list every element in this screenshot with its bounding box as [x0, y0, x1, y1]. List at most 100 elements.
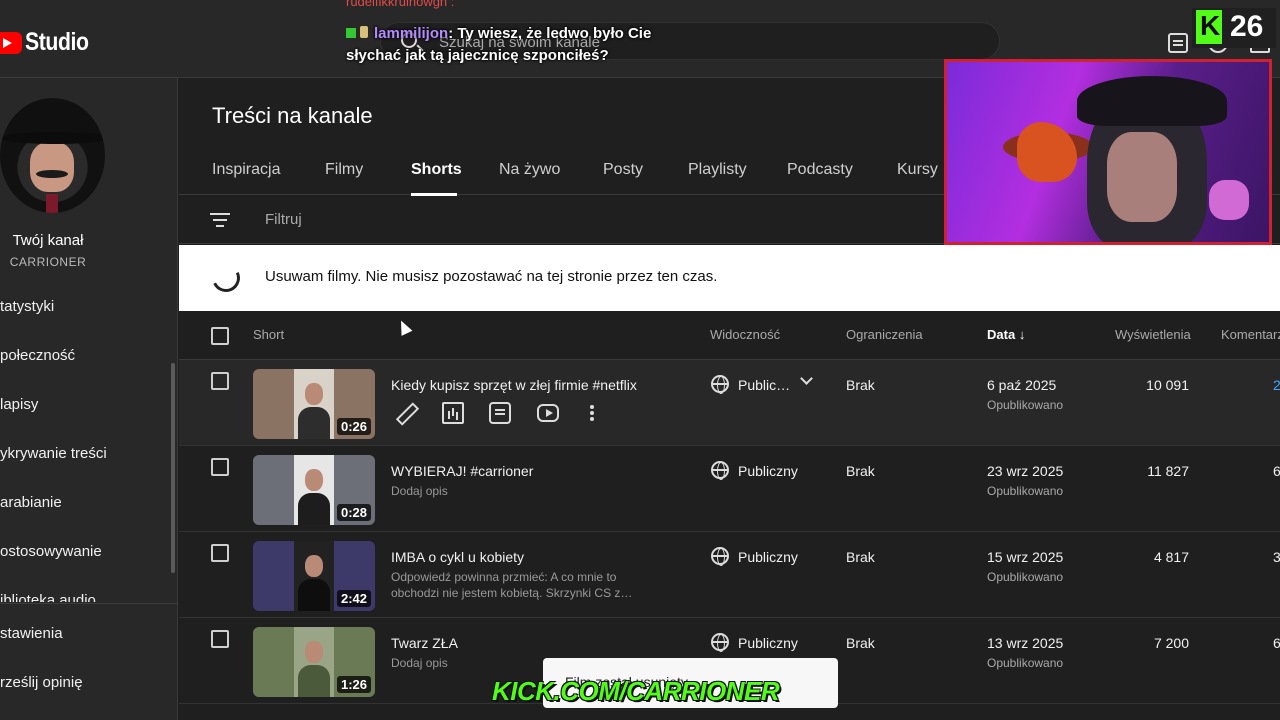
tab-courses[interactable]: Kursy — [897, 161, 938, 179]
header-date[interactable]: Data ↓ — [987, 327, 1025, 342]
restrictions-value: Brak — [846, 635, 875, 651]
kick-logo-icon — [1196, 10, 1222, 44]
youtube-studio-logo[interactable]: Studio — [0, 28, 100, 57]
video-duration: 0:26 — [336, 418, 371, 435]
table-row[interactable]: 0:28 WYBIERAJ! #carrioner Dodaj opis Pub… — [179, 446, 1280, 532]
comments-icon[interactable] — [489, 402, 511, 424]
visibility-value[interactable]: Publiczny — [738, 549, 798, 565]
feedback-icon[interactable] — [1168, 33, 1188, 53]
figurine — [1017, 122, 1077, 182]
video-thumbnail[interactable]: 1:26 — [253, 627, 375, 697]
row-checkbox[interactable] — [211, 544, 229, 562]
publish-status: Opublikowano — [987, 398, 1064, 412]
restrictions-value: Brak — [846, 377, 875, 393]
table-row[interactable]: 2:42 IMBA o cykl u kobiety Odpowiedź pow… — [179, 532, 1280, 618]
tab-shorts[interactable]: Shorts — [411, 161, 462, 179]
header-visibility[interactable]: Widoczność — [710, 327, 780, 342]
sidebar-item-customization[interactable]: ostosowywanie — [0, 543, 170, 560]
comments-value[interactable]: 3 — [1273, 549, 1280, 565]
visibility-value[interactable]: Publiczny — [738, 635, 798, 651]
video-title[interactable]: WYBIERAJ! #carrioner — [391, 463, 533, 479]
sidebar-item-content-detection[interactable]: ykrywanie treści — [0, 445, 170, 462]
globe-icon — [711, 461, 729, 480]
channel-name: Twój kanał — [12, 232, 84, 249]
kick-viewer-counter: 26 — [1192, 8, 1276, 48]
sidebar-item-settings[interactable]: stawienia — [0, 625, 170, 642]
date-value: 13 wrz 2025 — [987, 635, 1064, 651]
chat-text-2: słychać jak tą jajecznicę szponciłeś? — [346, 47, 609, 64]
video-thumbnail[interactable]: 0:28 — [253, 455, 375, 525]
date-value: 15 wrz 2025 — [987, 549, 1064, 565]
comments-value[interactable]: 6 — [1273, 463, 1280, 479]
filter-input[interactable]: Filtruj — [265, 211, 302, 228]
youtube-play-icon — [0, 31, 22, 54]
table-row[interactable]: 0:26 Kiedy kupisz sprzęt w złej firmie #… — [179, 360, 1280, 446]
edit-icon[interactable] — [394, 402, 416, 424]
sidebar-item-send-feedback[interactable]: rześlij opinię — [0, 674, 170, 691]
globe-icon — [711, 633, 729, 652]
tab-live[interactable]: Na żywo — [499, 161, 560, 179]
webcam-overlay — [944, 59, 1272, 245]
header-views[interactable]: Wyświetlenia — [1115, 327, 1191, 342]
sidebar-scrollbar[interactable] — [170, 293, 176, 603]
globe-icon — [711, 375, 729, 394]
restrictions-value: Brak — [846, 549, 875, 565]
publish-status: Opublikowano — [987, 570, 1064, 584]
video-title[interactable]: Twarz ZŁA — [391, 635, 458, 651]
logo-text: Studio — [25, 28, 89, 56]
chevron-down-icon[interactable] — [800, 372, 813, 385]
chat-previous-line: rudelfikkrulhowgh : — [346, 0, 455, 9]
sidebar-item-subtitles[interactable]: lapisy — [0, 396, 170, 413]
row-checkbox[interactable] — [211, 458, 229, 476]
filter-icon[interactable] — [210, 213, 230, 227]
more-options-icon[interactable] — [589, 402, 595, 424]
deleting-banner: Usuwam filmy. Nie musisz pozostawać na t… — [179, 245, 1280, 311]
sub-badge-icon — [346, 28, 356, 38]
row-checkbox[interactable] — [211, 630, 229, 648]
publish-status: Opublikowano — [987, 656, 1064, 670]
comments-value[interactable]: 6 — [1273, 635, 1280, 651]
video-duration: 2:42 — [336, 590, 371, 607]
video-thumbnail[interactable]: 2:42 — [253, 541, 375, 611]
sidebar-item-analytics[interactable]: tatystyki — [0, 298, 170, 315]
analytics-icon[interactable] — [442, 402, 464, 424]
row-checkbox[interactable] — [211, 372, 229, 390]
streamer — [1107, 132, 1177, 222]
chat-username: lammilijon — [374, 25, 449, 42]
sidebar-item-audio-library[interactable]: iblioteka audio — [0, 592, 170, 602]
sidebar-item-community[interactable]: połeczność — [0, 347, 170, 364]
views-value: 4 817 — [1153, 549, 1189, 565]
visibility-value[interactable]: Public… — [738, 377, 790, 393]
header-comments[interactable]: Komentarze — [1221, 327, 1280, 342]
views-value: 7 200 — [1153, 635, 1189, 651]
video-title[interactable]: IMBA o cykl u kobiety — [391, 549, 524, 565]
views-value: 10 091 — [1146, 377, 1189, 393]
kick-url-overlay: KICK.COM/CARRIONER — [492, 676, 780, 706]
sidebar-divider — [0, 603, 178, 604]
select-all-checkbox[interactable] — [211, 327, 229, 345]
tab-inspiration[interactable]: Inspiracja — [212, 161, 280, 179]
page-title: Treści na kanale — [212, 103, 373, 128]
view-on-youtube-icon[interactable] — [537, 404, 559, 422]
tab-playlists[interactable]: Playlisty — [688, 161, 747, 179]
video-duration: 1:26 — [336, 676, 371, 693]
tab-podcasts[interactable]: Podcasty — [787, 161, 853, 179]
channel-avatar[interactable] — [0, 98, 105, 213]
tab-posts[interactable]: Posty — [603, 161, 643, 179]
date-value: 23 wrz 2025 — [987, 463, 1064, 479]
tab-videos[interactable]: Filmy — [325, 161, 363, 179]
video-duration: 0:28 — [336, 504, 371, 521]
video-description[interactable]: Dodaj opis — [391, 483, 641, 499]
sort-down-arrow-icon: ↓ — [1018, 327, 1026, 342]
header-short: Short — [253, 327, 285, 342]
globe-icon — [711, 547, 729, 566]
header-restrictions[interactable]: Ograniczenia — [846, 327, 923, 342]
comments-value[interactable]: 2 — [1273, 377, 1280, 393]
visibility-value[interactable]: Publiczny — [738, 463, 798, 479]
loading-spinner-icon — [208, 260, 244, 296]
video-description[interactable]: Odpowiedź powinna przmieć: A co mnie to … — [391, 569, 641, 601]
sidebar-item-earn[interactable]: arabianie — [0, 494, 170, 511]
video-title[interactable]: Kiedy kupisz sprzęt w złej firmie #netfl… — [391, 377, 637, 393]
video-thumbnail[interactable]: 0:26 — [253, 369, 375, 439]
sidebar: Twój kanał CARRIONER tatystyki połecznoś… — [0, 78, 178, 720]
